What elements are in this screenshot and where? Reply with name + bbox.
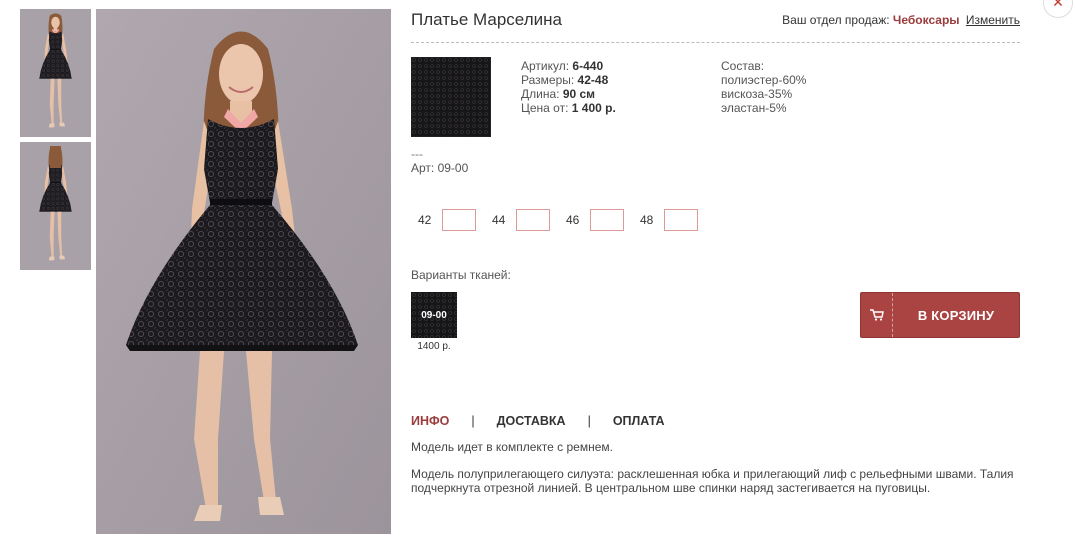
composition-item: эластан-5%	[721, 101, 787, 115]
change-region-link[interactable]: Изменить	[966, 13, 1020, 27]
region-label: Ваш отдел продаж:	[782, 13, 890, 27]
fabric-swatch[interactable]	[411, 57, 491, 137]
spec-price: Цена от: 1 400 р.	[521, 101, 616, 115]
size-label-48: 48	[640, 213, 654, 227]
add-to-cart-button[interactable]: В КОРЗИНУ	[860, 292, 1020, 338]
size-label-42: 42	[418, 213, 432, 227]
fabric-variant-price: 1400 р.	[417, 341, 451, 352]
model-photo	[96, 9, 391, 534]
add-to-cart-label: В КОРЗИНУ	[917, 307, 995, 323]
spec-sizes: Размеры: 42-48	[521, 73, 609, 87]
info-tabs: ИНФО | ДОСТАВКА | ОПЛАТА	[411, 414, 665, 428]
fabric-variant-code: 09-00	[421, 309, 447, 321]
fabric-variant[interactable]: 09-00	[411, 292, 457, 338]
thumbnail-front[interactable]	[20, 9, 91, 137]
sales-region: Ваш отдел продаж: Чебоксары Изменить	[782, 13, 1020, 27]
composition-item: полиэстер-60%	[721, 73, 807, 87]
article-code: Арт: 09-00	[411, 161, 469, 175]
fabric-variants-label: Варианты тканей:	[411, 268, 511, 282]
size-label-46: 46	[566, 213, 580, 227]
description-text: Модель полуприлегающего силуэта: расклеш…	[411, 467, 1014, 495]
composition-title: Состав:	[721, 59, 765, 73]
thumbnail-back-image	[20, 142, 91, 270]
quantity-input-46[interactable]	[590, 209, 624, 231]
separator-dashes: ---	[411, 147, 423, 161]
tab-delivery[interactable]: ДОСТАВКА	[497, 414, 566, 428]
composition-item: вискоза-35%	[721, 87, 793, 101]
header-divider	[411, 42, 1020, 43]
tab-info[interactable]: ИНФО	[411, 414, 449, 428]
quantity-input-42[interactable]	[442, 209, 476, 231]
thumbnail-back[interactable]	[20, 142, 91, 270]
tab-separator: |	[587, 414, 591, 428]
close-icon: ✕	[1052, 0, 1064, 10]
tab-separator: |	[471, 414, 475, 428]
quantity-input-48[interactable]	[664, 209, 698, 231]
product-specs: Артикул: 6-440 Размеры: 42-48 Длина: 90 …	[521, 59, 616, 115]
size-quantity-row: 42 44 46 48	[418, 209, 714, 231]
thumbnail-front-image	[20, 9, 91, 137]
description-note: Модель идет в комплекте с ремнем.	[411, 440, 613, 454]
tab-payment[interactable]: ОПЛАТА	[613, 414, 665, 428]
quantity-input-44[interactable]	[516, 209, 550, 231]
region-city: Чебоксары	[892, 13, 960, 27]
product-title: Платье Марселина	[411, 10, 562, 29]
size-label-44: 44	[492, 213, 506, 227]
spec-length: Длина: 90 см	[521, 87, 596, 101]
main-product-photo[interactable]	[96, 9, 391, 534]
cart-icon	[861, 293, 893, 337]
close-button[interactable]: ✕	[1043, 0, 1073, 18]
spec-article: Артикул: 6-440	[521, 59, 604, 73]
product-composition: Состав: полиэстер-60% вискоза-35% эласта…	[721, 59, 806, 115]
